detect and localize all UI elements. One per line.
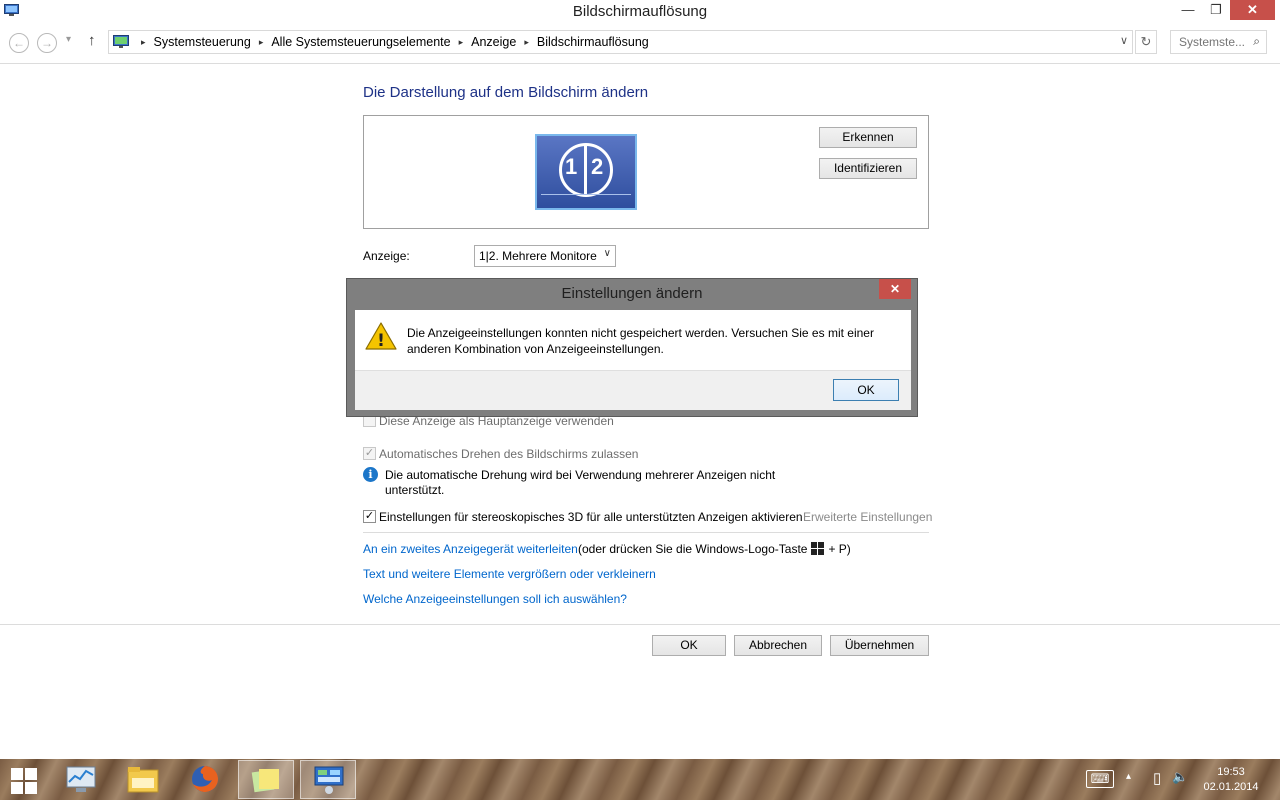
- taskbar-firefox[interactable]: [177, 760, 233, 799]
- text-size-link[interactable]: Text und weitere Elemente vergrößern ode…: [363, 567, 656, 581]
- which-settings-link[interactable]: Welche Anzeigeeinstellungen soll ich aus…: [363, 592, 627, 606]
- battery-icon[interactable]: ▯: [1153, 769, 1161, 787]
- performance-monitor-icon: [66, 766, 96, 792]
- monitor-number-2: 2: [591, 154, 604, 179]
- system-clock[interactable]: 19:53 02.01.2014: [1198, 765, 1264, 795]
- search-input[interactable]: [1177, 32, 1252, 52]
- taskbar-sticky-notes[interactable]: [238, 760, 294, 799]
- ok-button[interactable]: OK: [652, 635, 726, 656]
- project-second-display-link[interactable]: An ein zweites Anzeigegerät weiterleiten: [363, 542, 578, 556]
- monitor-preview-panel: 1 2 Erkennen Identifizieren: [363, 115, 929, 229]
- breadcrumb-alle-elemente[interactable]: Alle Systemsteuerungselemente: [271, 35, 450, 49]
- search-box[interactable]: ⌕: [1170, 30, 1267, 54]
- stereo-3d-checkbox[interactable]: ✓: [363, 510, 376, 523]
- windows-start-button[interactable]: [11, 768, 37, 794]
- info-icon: i: [363, 467, 378, 482]
- info-text-line-1: Die automatische Drehung wird bei Verwen…: [385, 468, 776, 482]
- show-hidden-icons-button[interactable]: ▴: [1126, 771, 1131, 782]
- dialog-message-line-1: Die Anzeigeeinstellungen konnten nicht g…: [407, 326, 874, 340]
- taskbar: ⌨ ▴ ▯ 🔈 19:53 02.01.2014: [0, 759, 1280, 800]
- info-text-line-2: unterstützt.: [385, 483, 445, 497]
- taskbar-performance-monitor[interactable]: [53, 760, 109, 799]
- up-button[interactable]: ↑: [88, 32, 96, 49]
- window-title: Bildschirmauflösung: [572, 3, 708, 20]
- close-button[interactable]: ✕: [1230, 0, 1275, 20]
- project-hint-prefix: (oder drücken Sie die Windows-Logo-Taste: [578, 542, 808, 556]
- chevron-down-icon: ∨: [603, 248, 611, 259]
- content-divider: [363, 532, 929, 533]
- address-bar[interactable]: ▸ Systemsteuerung ▸ Alle Systemsteuerung…: [108, 30, 1133, 54]
- page-heading: Die Darstellung auf dem Bildschirm änder…: [363, 84, 649, 101]
- footer-divider: [0, 624, 1280, 625]
- breadcrumb-systemsteuerung[interactable]: Systemsteuerung: [154, 35, 251, 49]
- breadcrumb-bildschirmaufloesung[interactable]: Bildschirmauflösung: [537, 35, 649, 49]
- breadcrumb-separator[interactable]: ▸: [524, 37, 529, 48]
- breadcrumb: ▸ Systemsteuerung ▸ Alle Systemsteuerung…: [133, 35, 649, 49]
- identify-button[interactable]: Identifizieren: [819, 158, 917, 179]
- apply-button[interactable]: Übernehmen: [830, 635, 929, 656]
- display-select-value: 1|2. Mehrere Monitore: [479, 249, 597, 263]
- dialog-message-line-2: anderen Kombination von Anzeigeeinstellu…: [407, 342, 664, 356]
- clock-date: 02.01.2014: [1203, 781, 1259, 793]
- search-icon[interactable]: ⌕: [1253, 34, 1260, 49]
- detect-button[interactable]: Erkennen: [819, 127, 917, 148]
- sticky-notes-icon: [251, 769, 279, 793]
- dialog-body: ! Die Anzeigeeinstellungen konnten nicht…: [355, 310, 911, 370]
- navigation-bar: ← → ▾ ↑ ▸ Systemsteuerung ▸ Alle Systems…: [0, 24, 1280, 64]
- title-bar: Bildschirmauflösung — ❐ ✕: [0, 0, 1280, 24]
- dialog-footer: OK: [355, 370, 911, 410]
- firefox-icon: [192, 766, 218, 792]
- project-hint: (oder drücken Sie die Windows-Logo-Taste…: [578, 542, 851, 556]
- warning-icon: !: [365, 322, 397, 351]
- warning-mark: !: [377, 331, 385, 351]
- stereo-3d-checkbox-label: Einstellungen für stereoskopisches 3D fü…: [379, 510, 803, 524]
- control-panel-icon: [113, 35, 129, 48]
- breadcrumb-separator[interactable]: ▸: [141, 37, 146, 48]
- breadcrumb-separator[interactable]: ▸: [259, 37, 264, 48]
- volume-icon[interactable]: 🔈: [1172, 769, 1188, 785]
- monitor-icon[interactable]: 1 2: [535, 134, 637, 210]
- clock-time: 19:53: [1217, 766, 1245, 778]
- taskbar-control-panel[interactable]: [300, 760, 356, 799]
- restore-button[interactable]: ❐: [1202, 0, 1230, 20]
- forward-button[interactable]: →: [37, 33, 57, 53]
- dialog-message: Die Anzeigeeinstellungen konnten nicht g…: [407, 325, 897, 357]
- monitor-number-1: 1: [565, 154, 578, 179]
- dialog-close-button[interactable]: ✕: [879, 279, 911, 299]
- file-explorer-icon: [127, 767, 159, 793]
- windows-logo-icon: [811, 542, 825, 555]
- control-panel-icon: [314, 766, 344, 794]
- address-dropdown-icon[interactable]: ∨: [1120, 34, 1128, 47]
- display-label: Anzeige:: [363, 249, 410, 263]
- touch-keyboard-icon[interactable]: ⌨: [1086, 770, 1114, 788]
- advanced-settings-link[interactable]: Erweiterte Einstellungen: [803, 510, 932, 524]
- cancel-button[interactable]: Abbrechen: [734, 635, 822, 656]
- refresh-button[interactable]: ↻: [1135, 30, 1157, 54]
- dialog-ok-button[interactable]: OK: [833, 379, 899, 401]
- breadcrumb-anzeige[interactable]: Anzeige: [471, 35, 516, 49]
- display-select[interactable]: 1|2. Mehrere Monitore ∨: [474, 245, 616, 267]
- recent-locations-dropdown[interactable]: ▾: [66, 34, 71, 45]
- back-button[interactable]: ←: [9, 33, 29, 53]
- change-settings-dialog: Einstellungen ändern ✕ ! Die Anzeigeeins…: [346, 278, 918, 417]
- dialog-title: Einstellungen ändern: [561, 285, 703, 302]
- monitor-baseline: [541, 194, 631, 195]
- project-hint-suffix: + P): [828, 542, 851, 556]
- auto-rotate-checkbox[interactable]: ✓: [363, 447, 376, 460]
- minimize-button[interactable]: —: [1174, 0, 1202, 20]
- monitor-divider: [584, 144, 587, 196]
- taskbar-file-explorer[interactable]: [115, 760, 171, 799]
- breadcrumb-separator[interactable]: ▸: [459, 37, 464, 48]
- auto-rotate-checkbox-label: Automatisches Drehen des Bildschirms zul…: [379, 447, 639, 461]
